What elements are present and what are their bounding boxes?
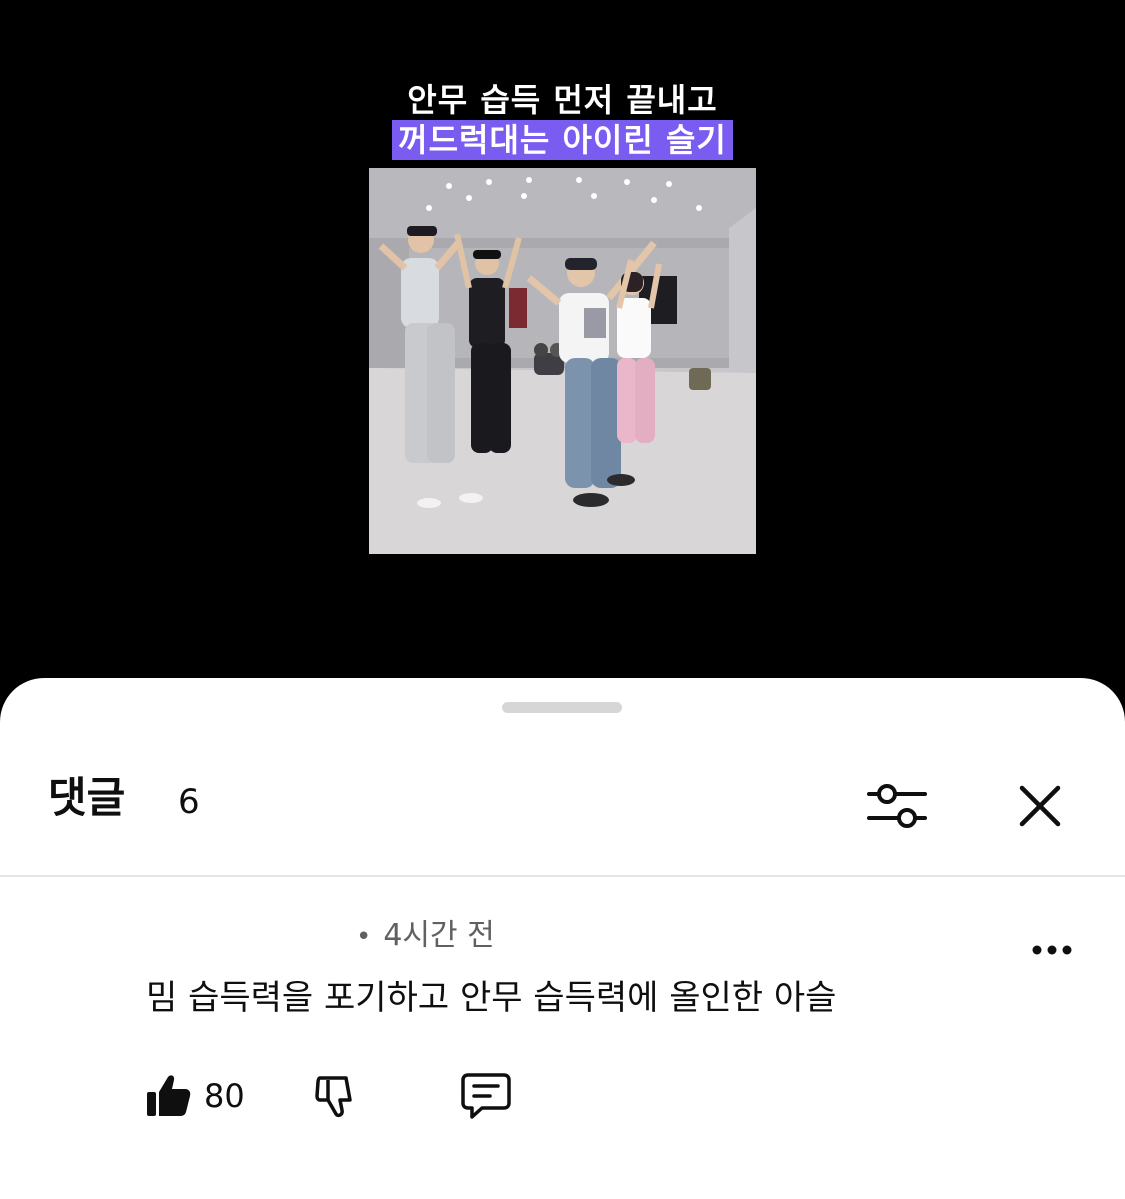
comments-title: 댓글 [48,773,126,822]
close-button[interactable] [1008,774,1072,838]
comment-more-button[interactable] [1026,930,1078,970]
like-button[interactable] [140,1068,196,1124]
video-caption-line2-wrap: 꺼드럭대는 아이린 슬기 [0,120,1125,160]
video-caption-line1: 안무 습득 먼저 끝내고 [407,81,718,119]
close-icon [1019,785,1061,827]
video-caption-line2: 꺼드럭대는 아이린 슬기 [392,120,733,160]
comments-count: 6 [178,782,200,822]
sort-comments-button[interactable] [860,774,934,838]
reply-bubble-icon [461,1073,511,1119]
dislike-button[interactable] [310,1068,366,1124]
like-count: 80 [204,1077,245,1115]
meta-separator-dot: • [356,922,372,952]
video-thumbnail [369,168,756,554]
video-player[interactable]: 안무 습득 먼저 끝내고 꺼드럭대는 아이린 슬기 [0,0,1125,700]
more-horizontal-icon [1032,945,1072,955]
shorts-comments-screen: 안무 습득 먼저 끝내고 꺼드럭대는 아이린 슬기 댓글 6 • 4시간 전 밈… [0,0,1125,1199]
reply-button[interactable] [456,1068,516,1124]
comments-sheet: 댓글 6 • 4시간 전 밈 습득력을 포기하고 안무 습득력에 올인한 아슬 … [0,678,1125,1199]
sliders-icon [867,784,927,828]
drag-handle[interactable] [502,702,622,713]
comment-timestamp: 4시간 전 [383,918,495,953]
thumb-down-icon [315,1076,352,1118]
comment-meta: • 4시간 전 [356,916,495,957]
thumb-up-filled-icon [147,1075,191,1116]
header-divider [0,875,1125,877]
comment-text: 밈 습득력을 포기하고 안무 습득력에 올인한 아슬 [146,978,837,1018]
